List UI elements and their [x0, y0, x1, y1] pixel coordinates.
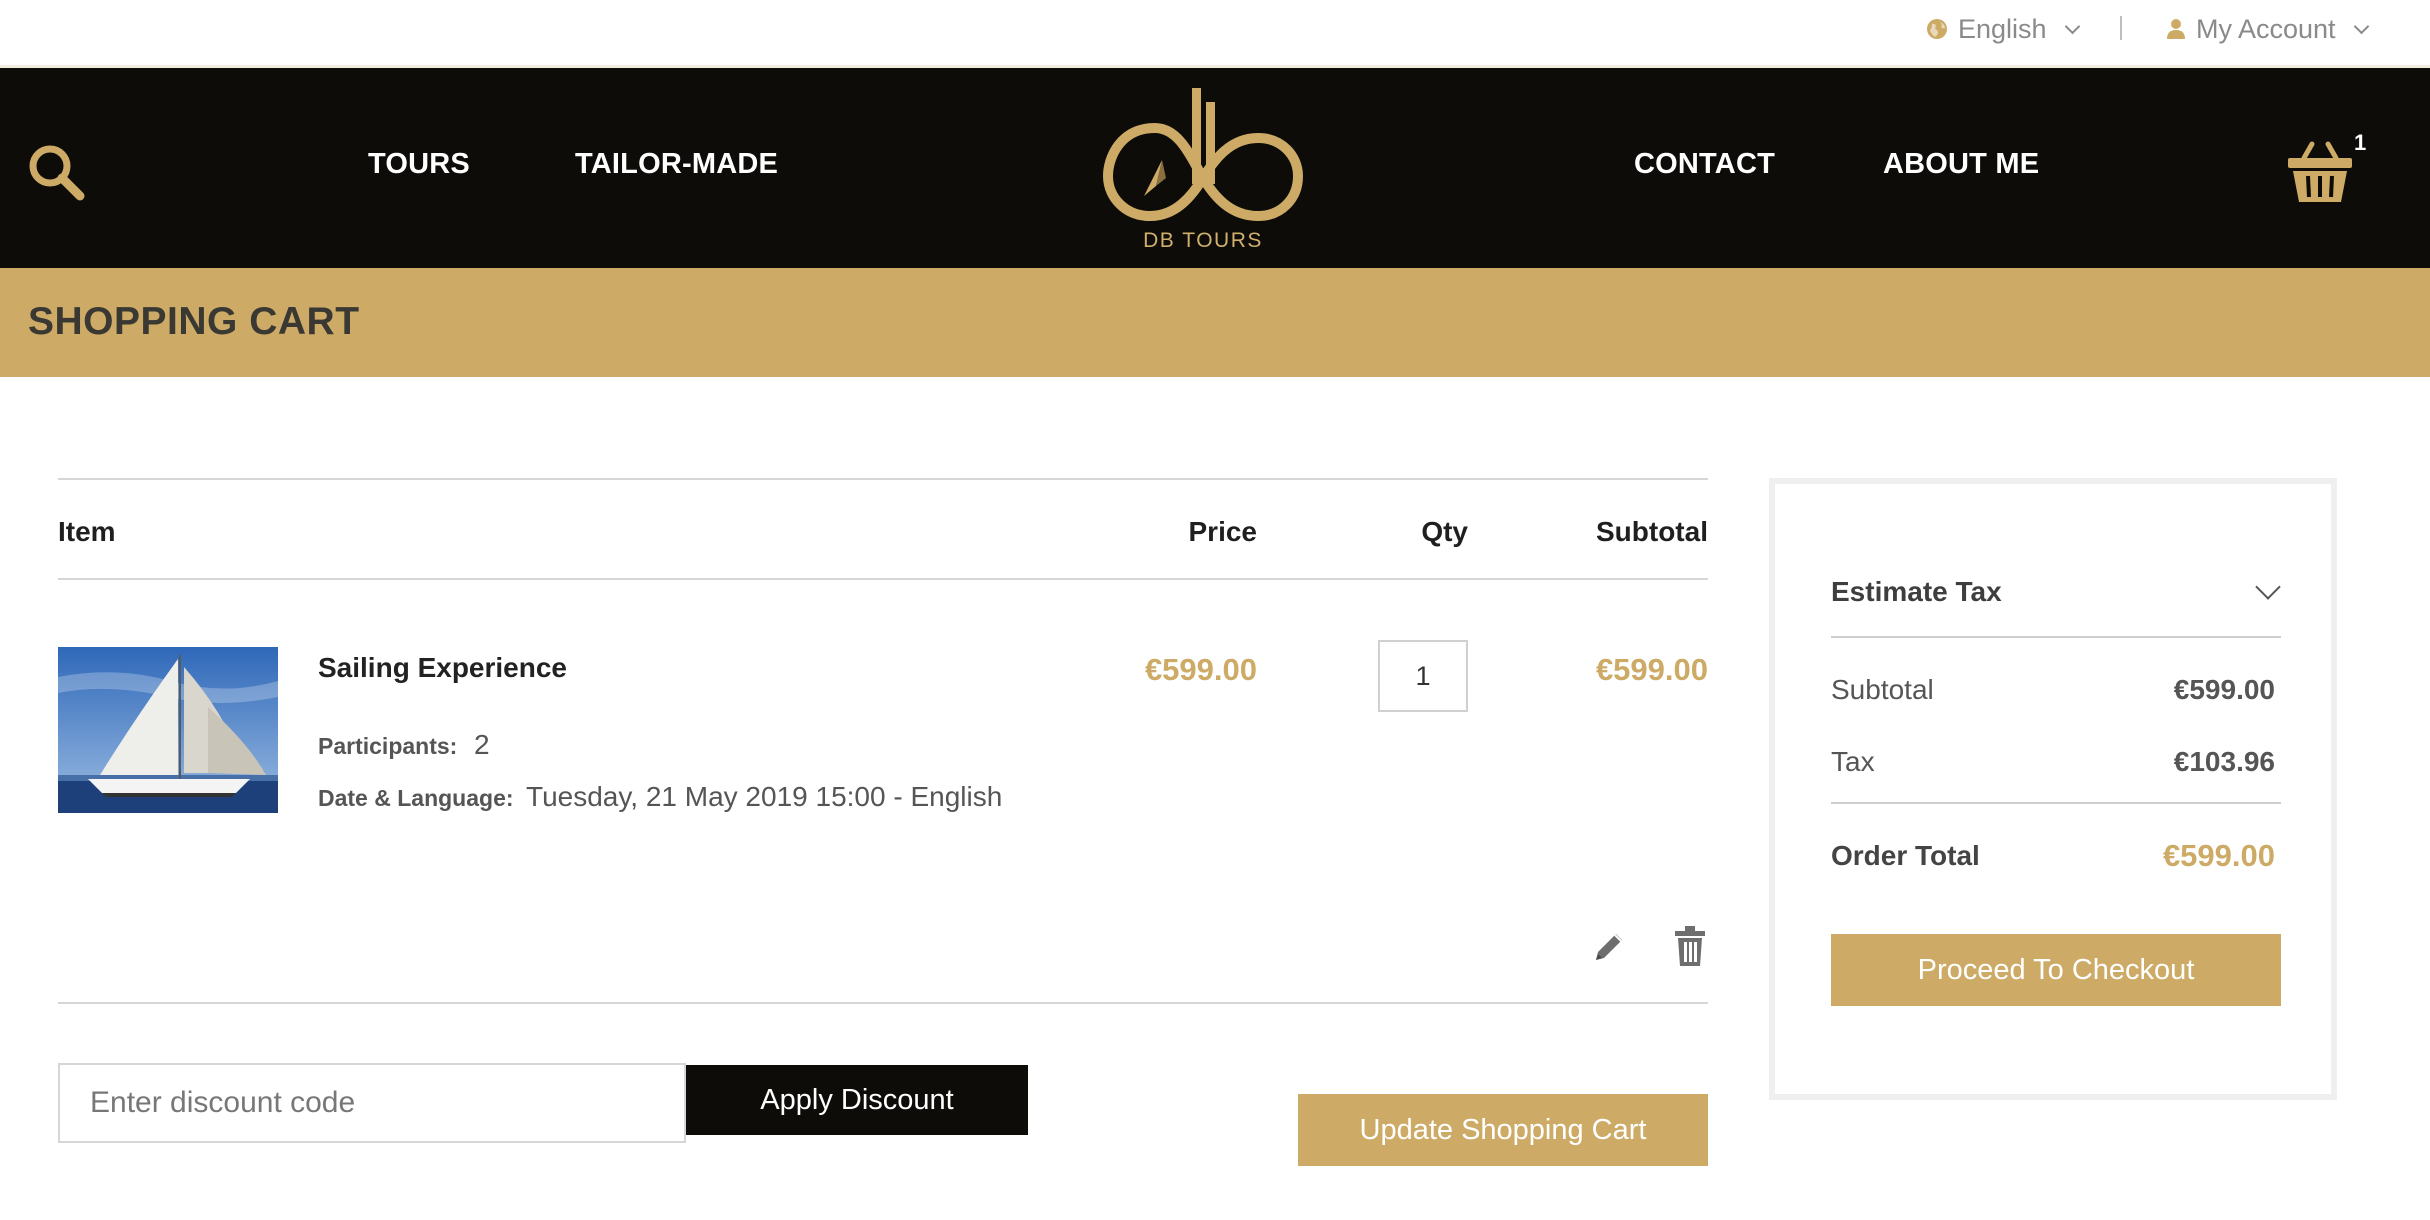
product-thumbnail[interactable]: [58, 647, 278, 813]
logo-text: DB TOURS: [1143, 229, 1263, 252]
option-value-participants: 2: [474, 729, 490, 760]
page-title: SHOPPING CART: [28, 300, 360, 343]
summary-divider: [1831, 636, 2281, 638]
proceed-to-checkout-button[interactable]: Proceed To Checkout: [1831, 934, 2281, 1006]
update-cart-button[interactable]: Update Shopping Cart: [1298, 1094, 1708, 1166]
nav-about-me[interactable]: ABOUT ME: [1883, 148, 2039, 181]
table-top-divider: [58, 478, 1708, 480]
option-value-date-language: Tuesday, 21 May 2019 15:00 - English: [526, 781, 1003, 812]
page-title-bar: SHOPPING CART: [0, 268, 2430, 377]
order-total-value: €599.00: [2162, 838, 2275, 873]
chevron-down-icon[interactable]: [2255, 574, 2281, 600]
language-label: English: [1958, 13, 2047, 44]
summary-total-divider: [1831, 802, 2281, 804]
language-selector[interactable]: English: [1926, 13, 2080, 44]
nav-contact[interactable]: CONTACT: [1634, 148, 1775, 181]
column-header-price: Price: [1188, 516, 1258, 547]
summary-tax-value: €103.96: [2173, 746, 2275, 777]
nav-tours[interactable]: TOURS: [368, 148, 470, 181]
item-subtotal: €599.00: [1595, 652, 1708, 687]
product-name-link[interactable]: Sailing Experience: [318, 652, 567, 684]
chevron-down-icon: [2064, 18, 2080, 34]
item-price: €599.00: [1144, 652, 1257, 687]
column-header-subtotal: Subtotal: [1596, 516, 1708, 547]
globe-icon: [1927, 19, 1947, 39]
main-navbar: TOURS TAILOR-MADE DB TOURS CONTACT ABOUT…: [0, 68, 2430, 268]
cart-count-badge: 1: [2354, 130, 2367, 155]
basket-icon[interactable]: [2284, 136, 2356, 208]
table-bottom-divider: [58, 1002, 1708, 1004]
option-label-participants: Participants:: [318, 733, 458, 759]
order-summary-panel: Estimate Tax Subtotal €599.00 Tax €103.9…: [1769, 478, 2337, 1100]
db-tours-logo[interactable]: DB TOURS: [1100, 86, 1306, 262]
estimate-tax-toggle[interactable]: Estimate Tax: [1831, 576, 2002, 608]
nav-tailor-made[interactable]: TAILOR-MADE: [575, 148, 778, 181]
quantity-input[interactable]: [1378, 640, 1468, 712]
order-total-label: Order Total: [1831, 840, 1980, 871]
chevron-down-icon: [2353, 18, 2369, 34]
user-icon: [2167, 19, 2185, 39]
pencil-icon[interactable]: [1590, 928, 1628, 966]
my-account-menu[interactable]: My Account: [2166, 13, 2369, 44]
summary-tax-label: Tax: [1831, 746, 1875, 777]
table-header-divider: [58, 578, 1708, 580]
my-account-label: My Account: [2196, 13, 2336, 44]
discount-code-input[interactable]: [58, 1063, 686, 1143]
summary-subtotal-label: Subtotal: [1831, 674, 1934, 705]
top-utility-bar: English My Account: [0, 0, 2430, 68]
apply-discount-button[interactable]: Apply Discount: [686, 1065, 1028, 1135]
option-label-date-language: Date & Language:: [318, 785, 514, 811]
column-header-qty: Qty: [1421, 516, 1468, 547]
logo-mark-icon: [1102, 88, 1304, 222]
column-header-item: Item: [58, 516, 116, 547]
trash-icon[interactable]: [1674, 925, 1706, 967]
search-icon[interactable]: [26, 142, 86, 202]
summary-subtotal-value: €599.00: [2173, 674, 2275, 705]
topbar-divider: [2120, 16, 2122, 40]
